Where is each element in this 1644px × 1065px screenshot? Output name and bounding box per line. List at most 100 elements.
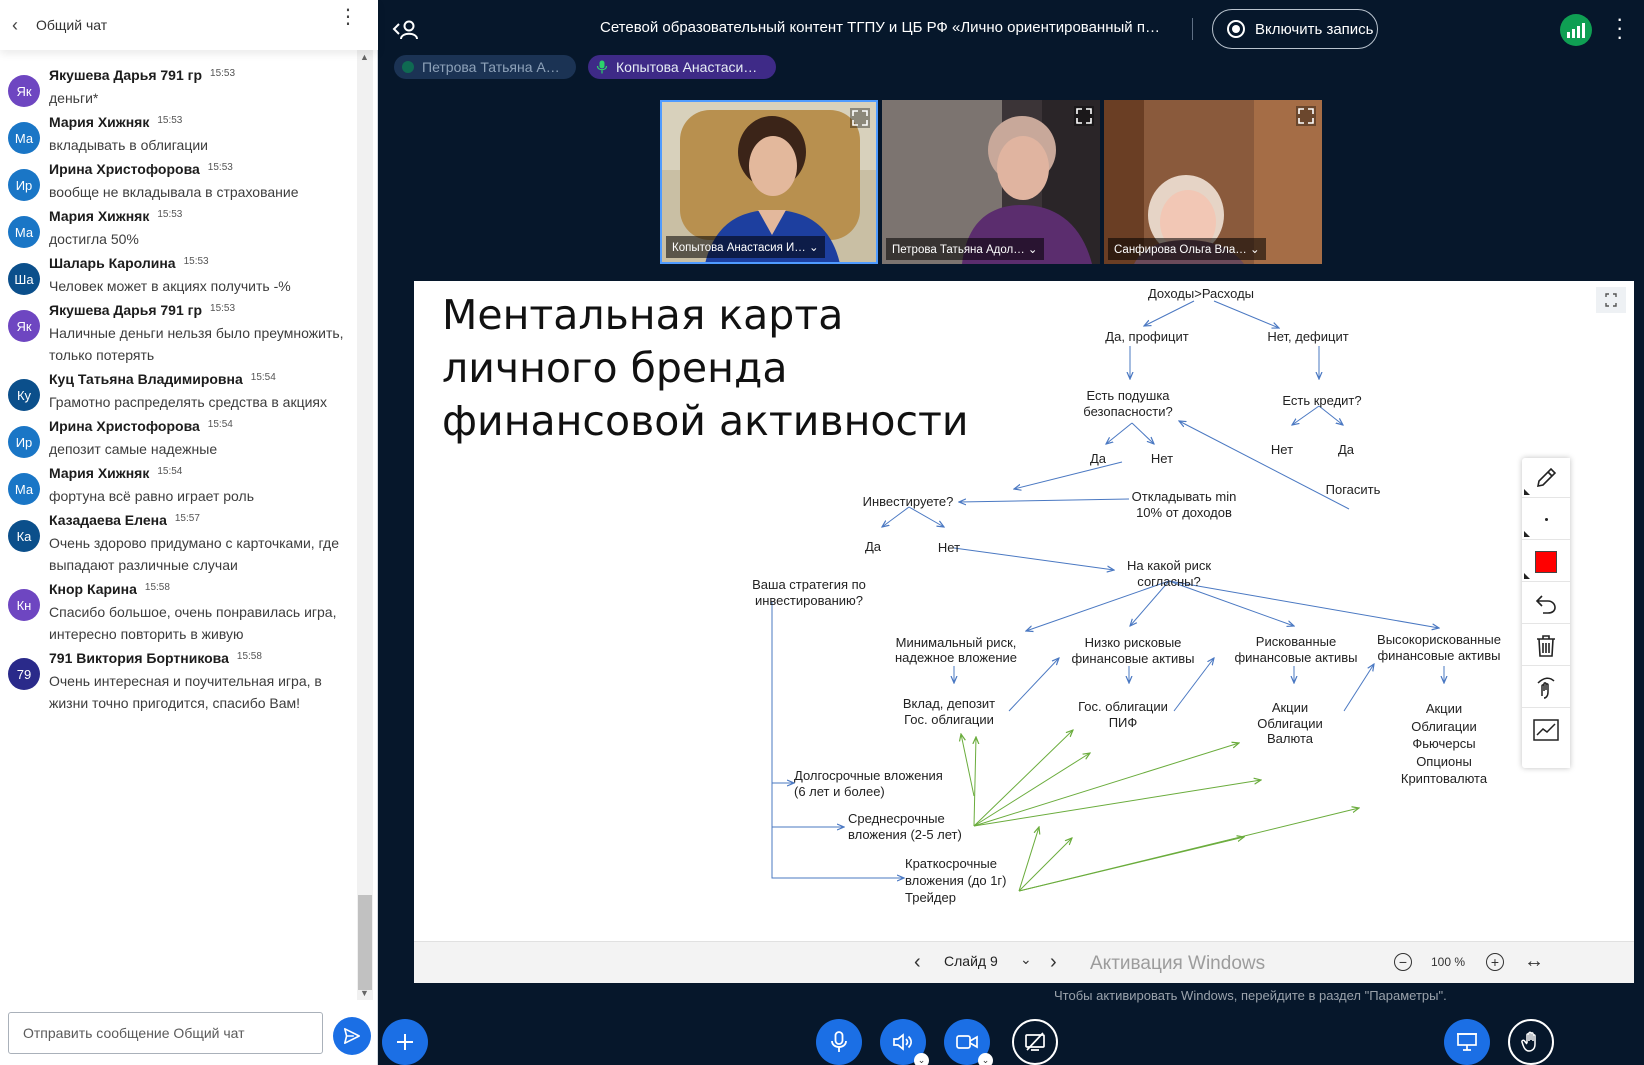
- fullscreen-icon[interactable]: [850, 108, 870, 128]
- scroll-up-icon[interactable]: ▲: [360, 52, 369, 62]
- chevron-down-icon[interactable]: ⌄: [1020, 951, 1032, 968]
- message-header: Мария Хижняк 15:54: [49, 465, 349, 481]
- mind-map-diagram: Доходы>Расходы Да, профицит Нет, дефицит…: [752, 286, 1501, 905]
- node-credit-yes: Да: [1338, 442, 1355, 457]
- sender-name: Кнор Карина: [49, 581, 137, 597]
- meeting-main: Сетевой образовательный контент ТГПУ и Ц…: [378, 0, 1644, 1065]
- scroll-down-icon[interactable]: ▼: [360, 988, 369, 998]
- node-minrisk-1: Минимальный риск,: [896, 635, 1017, 650]
- clear-button[interactable]: [1522, 626, 1570, 666]
- pencil-tool-button[interactable]: [1522, 458, 1570, 498]
- presentation-fullscreen-button[interactable]: [1596, 287, 1626, 313]
- sender-name: Мария Хижняк: [49, 114, 150, 130]
- chat-message: 79 791 Виктория Бортникова 15:58 Очень инте…: [0, 645, 356, 714]
- node-deposit-2: Гос. облигации: [904, 712, 994, 727]
- options-icon[interactable]: · · ·: [1616, 8, 1626, 48]
- chat-scrollbar[interactable]: ▲ ▼: [357, 50, 373, 1000]
- message-time: 15:53: [210, 303, 236, 314]
- pencil-icon: [1536, 467, 1557, 487]
- fit-to-width-icon[interactable]: ↔: [1524, 950, 1544, 973]
- talker-indicator-active[interactable]: Копытова Анастаси…: [588, 55, 776, 79]
- connection-status-button[interactable]: [1560, 14, 1592, 46]
- node-short-1: Краткосрочные: [905, 856, 997, 871]
- zoom-in-icon[interactable]: +: [1486, 953, 1504, 971]
- chat-message: Ка Казадаева Елена 15:57 Очень здорово прид…: [0, 507, 356, 576]
- node-strategy-2: инвестированию?: [755, 593, 863, 608]
- video-participant-name[interactable]: Копытова Анастасия И… ⌄: [666, 236, 825, 258]
- video-tile[interactable]: Петрова Татьяна Адол… ⌄: [882, 100, 1100, 264]
- toggle-userlist-button[interactable]: [392, 16, 422, 42]
- node-save-1: Откладывать min: [1132, 489, 1237, 504]
- raise-hand-button[interactable]: [1508, 1019, 1554, 1065]
- node-stocks-b: Криптовалюта: [1401, 771, 1488, 786]
- sender-name: Якушева Дарья 791 гр: [49, 67, 203, 83]
- chevron-down-icon[interactable]: ⌄: [978, 1053, 993, 1065]
- message-text: Наличные деньги нельзя было преумножить,…: [49, 325, 344, 363]
- actions-button[interactable]: [382, 1019, 428, 1065]
- more-options-icon[interactable]: ⋮: [338, 7, 358, 27]
- message-text: Очень здорово придумано с карточками, гд…: [49, 535, 339, 573]
- chart-tool-button[interactable]: [1522, 710, 1570, 750]
- sender-name: Мария Хижняк: [49, 465, 150, 481]
- audio-button[interactable]: ⌄: [880, 1019, 929, 1065]
- video-participant-name[interactable]: Санфирова Ольга Вла… ⌄: [1108, 238, 1266, 260]
- start-recording-button[interactable]: Включить запись: [1212, 9, 1378, 49]
- video-tile[interactable]: Санфирова Ольга Вла… ⌄: [1104, 100, 1322, 264]
- presentation-area[interactable]: Ментальная карта личного бренда финансов…: [414, 281, 1634, 983]
- avatar: Ир: [8, 426, 40, 458]
- message-body: Мария Хижняк 15:53 вкладывать в облигации: [49, 114, 349, 156]
- message-header: Кнор Карина 15:58: [49, 581, 349, 597]
- node-stocks-a: Облигации: [1257, 716, 1322, 731]
- send-message-button[interactable]: [333, 1017, 371, 1055]
- thickness-tool-button[interactable]: [1522, 500, 1570, 540]
- slide-number-select[interactable]: Слайд 9: [944, 953, 998, 969]
- chevron-down-icon[interactable]: ⌄: [914, 1053, 929, 1065]
- fullscreen-icon[interactable]: [1074, 106, 1094, 126]
- message-time: 15:53: [210, 68, 236, 79]
- back-icon[interactable]: ‹: [12, 15, 32, 36]
- message-time: 15:54: [207, 419, 233, 430]
- chat-header: ‹ Общий чат ⋮: [0, 0, 378, 50]
- undo-button[interactable]: [1522, 584, 1570, 624]
- multi-user-toggle-button[interactable]: [1522, 668, 1570, 708]
- message-body: Мария Хижняк 15:54 фортуна всё равно играе…: [49, 465, 349, 507]
- previous-slide-icon[interactable]: ‹: [914, 951, 921, 974]
- next-slide-icon[interactable]: ›: [1050, 951, 1057, 974]
- share-screen-button[interactable]: [1012, 1019, 1058, 1065]
- multi-user-pen-icon: [1537, 677, 1555, 699]
- message-time: 15:54: [157, 466, 183, 477]
- node-credit: Есть кредит?: [1282, 393, 1361, 408]
- node-lowrisk-2: финансовые активы: [1071, 651, 1194, 666]
- sender-name: Шаларь Каролина: [49, 255, 176, 271]
- zoom-level: 100 %: [1431, 955, 1466, 969]
- video-participant-name[interactable]: Петрова Татьяна Адол… ⌄: [886, 238, 1044, 260]
- microphone-icon: [831, 1031, 847, 1052]
- node-cushion-2: безопасности?: [1083, 404, 1172, 419]
- record-label: Включить запись: [1255, 20, 1374, 38]
- chat-panel: ‹ Общий чат ⋮ Як Якушева Дарья 791 гр 15:5…: [0, 0, 378, 1065]
- message-text: деньги*: [49, 90, 99, 106]
- fullscreen-icon[interactable]: [1296, 106, 1316, 126]
- microphone-button[interactable]: [816, 1019, 862, 1065]
- message-list: Як Якушева Дарья 791 гр 15:53 деньги* Ма Мари…: [0, 62, 356, 1000]
- meeting-title: Сетевой образовательный контент ТГПУ и Ц…: [600, 19, 1160, 36]
- zoom-out-icon[interactable]: −: [1394, 953, 1412, 971]
- presentation-button[interactable]: [1444, 1019, 1490, 1065]
- avatar: Ша: [8, 263, 40, 295]
- talker-indicator[interactable]: Петрова Татьяна А…: [394, 55, 576, 79]
- chat-message: Ма Мария Хижняк 15:53 достигла 50%: [0, 203, 356, 250]
- message-input[interactable]: [23, 1025, 303, 1041]
- green-arrows: [961, 730, 1359, 892]
- chat-message: Ма Мария Хижняк 15:53 вкладывать в облигаци…: [0, 109, 356, 156]
- undo-icon: [1535, 594, 1556, 614]
- message-header: Мария Хижняк 15:53: [49, 208, 349, 224]
- color-tool-button[interactable]: [1522, 542, 1570, 582]
- node-cushion-yes: Да: [1090, 451, 1107, 466]
- divider: [1192, 18, 1193, 40]
- camera-button[interactable]: ⌄: [944, 1019, 993, 1065]
- message-header: Мария Хижняк 15:53: [49, 114, 349, 130]
- scrollbar-thumb[interactable]: [358, 895, 372, 990]
- video-tile[interactable]: Копытова Анастасия И… ⌄: [660, 100, 878, 264]
- sender-name: Куц Татьяна Владимировна: [49, 371, 243, 387]
- chat-message: Ша Шаларь Каролина 15:53 Человек может в ак…: [0, 250, 356, 297]
